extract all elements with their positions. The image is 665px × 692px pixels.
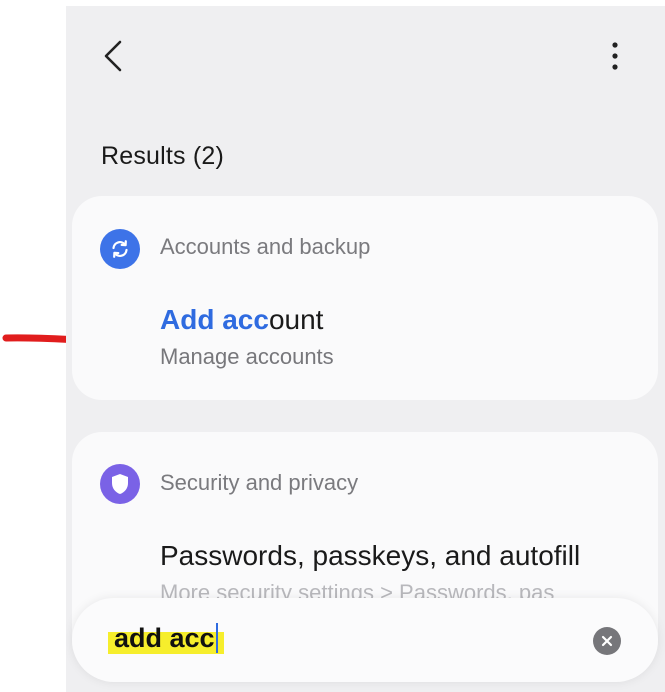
sync-icon <box>112 240 128 258</box>
category-icon-security <box>100 464 140 504</box>
search-match-highlight: Add acc <box>160 304 269 335</box>
clear-icon <box>601 635 613 647</box>
search-input-value: add acc <box>114 623 215 653</box>
more-vertical-icon <box>612 42 618 70</box>
text-cursor <box>215 623 218 653</box>
result-subtitle-manage-accounts: Manage accounts <box>160 344 334 369</box>
result-title-rest: ount <box>268 304 324 335</box>
result-title-add-account: Add account <box>160 304 648 336</box>
category-label-security: Security and privacy <box>160 470 359 495</box>
search-bar[interactable]: add acc <box>72 598 658 682</box>
clear-search-button[interactable] <box>593 627 621 655</box>
back-button[interactable] <box>96 36 130 76</box>
results-count-title: Results (2) <box>101 142 225 170</box>
more-options-button[interactable] <box>600 36 630 76</box>
chevron-left-icon <box>104 40 122 72</box>
result-title-passwords: Passwords, passkeys, and autofill <box>160 540 581 571</box>
result-group-accounts: Accounts and backup Add account Manage a… <box>72 196 658 400</box>
category-icon-accounts <box>100 229 140 269</box>
search-input[interactable]: add acc <box>108 623 224 654</box>
shield-icon <box>112 474 128 494</box>
settings-search-screen: Results (2) Accounts and backup Add acco… <box>66 6 665 692</box>
result-item-add-account[interactable]: Add account Manage accounts <box>160 304 648 370</box>
category-label-accounts: Accounts and backup <box>160 234 371 259</box>
result-item-passwords[interactable]: Passwords, passkeys, and autofill More s… <box>160 540 648 606</box>
